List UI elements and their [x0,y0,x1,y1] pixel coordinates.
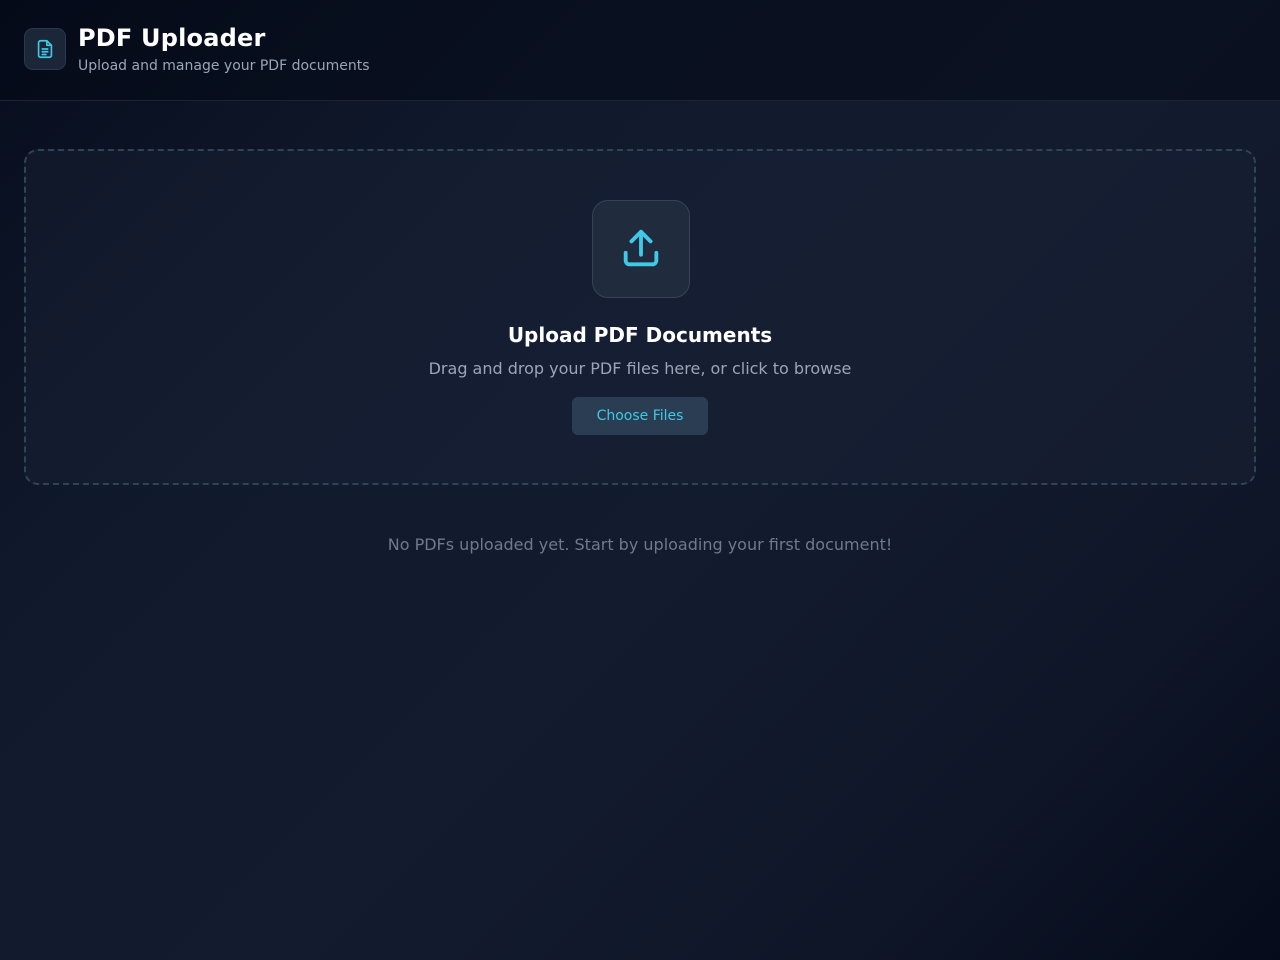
document-icon [37,39,53,59]
dropzone-hint: Drag and drop your PDF files here, or cl… [428,359,852,378]
app-subtitle: Upload and manage your PDF documents [78,58,370,74]
pdf-dropzone[interactable]: Upload PDF Documents Drag and drop your … [24,149,1256,485]
dropzone-title: Upload PDF Documents [507,323,773,347]
empty-state-message: No PDFs uploaded yet. Start by uploading… [387,535,893,554]
choose-files-button[interactable]: Choose Files [572,397,708,435]
upload-icon [623,229,659,267]
upload-icon-container [592,200,690,298]
app-title: PDF Uploader [78,24,266,52]
app-logo [24,28,66,70]
app-header: PDF Uploader Upload and manage your PDF … [0,0,1280,101]
